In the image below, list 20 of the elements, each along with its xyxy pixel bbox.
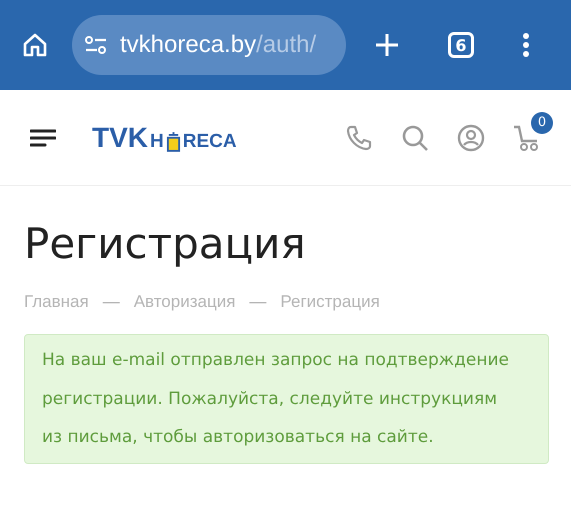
phone-icon[interactable] [345, 124, 373, 152]
message-text: На ваш e-mail отправлен запрос на подтверждение регистрации. Пожалуйста, следуйте инструкциям из письма, чтобы авторизоваться на сайте. [42, 349, 510, 449]
url-text[interactable]: tvkhoreca.by/auth/ [120, 31, 316, 59]
pot-icon [166, 130, 181, 152]
address-bar[interactable]: tvkhoreca.by/auth/ [72, 15, 346, 75]
page-title: Регистрация [24, 218, 307, 270]
home-icon[interactable] [22, 32, 48, 58]
logo[interactable]: TVKH RECA [92, 124, 237, 152]
breadcrumb-link[interactable]: Главная [24, 292, 89, 312]
breadcrumb-separator: — [249, 292, 266, 312]
tab-count-button[interactable]: 6 [448, 32, 474, 58]
cart-count-badge: 0 [531, 112, 553, 134]
user-icon[interactable] [457, 124, 485, 152]
menu-icon[interactable] [30, 128, 56, 148]
breadcrumb-link[interactable]: Регистрация [280, 292, 380, 312]
breadcrumb-separator: — [102, 292, 120, 312]
breadcrumb-link[interactable]: Авторизация [134, 292, 236, 312]
plus-icon[interactable] [374, 32, 400, 58]
search-icon[interactable] [401, 124, 429, 152]
site-settings-icon[interactable] [84, 36, 108, 54]
